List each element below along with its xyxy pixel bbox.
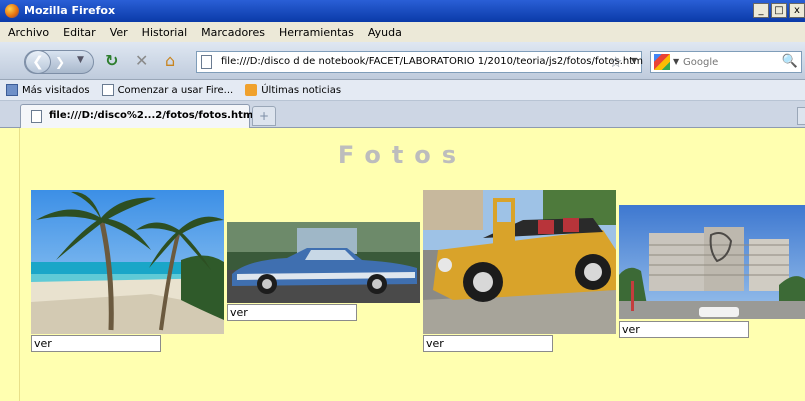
bookmarks-toolbar: Más visitados Comenzar a usar Fire... Úl… [0,80,805,101]
search-icon[interactable]: 🔍 [782,54,798,69]
menu-ayuda[interactable]: Ayuda [368,26,402,39]
menu-historial[interactable]: Historial [142,26,187,39]
search-box[interactable]: ▼ 🔍 [650,51,802,73]
photo-blue-car-input[interactable] [227,304,357,321]
minimize-button[interactable]: _ [753,3,769,18]
menu-ver[interactable]: Ver [110,26,128,39]
photo-plaza[interactable] [619,205,805,319]
forward-arrow-icon[interactable]: ❯ [55,55,65,69]
photo-beach-input[interactable] [31,335,161,352]
bookmark-label: Últimas noticias [261,84,342,96]
window-titlebar: Mozilla Firefox _ □ x [0,0,805,22]
photo-yellow-car[interactable] [423,190,616,334]
stop-icon[interactable]: ✕ [135,53,148,69]
new-tab-button[interactable]: + [252,106,276,126]
page-icon [31,110,42,123]
search-input[interactable] [683,54,783,70]
history-dropdown-icon[interactable]: ▼ [77,55,84,65]
home-icon[interactable]: ⌂ [165,53,175,69]
photo-beach[interactable] [31,190,224,334]
tab-strip: file:///D:/disco%2...2/fotos/fotos.htm + [0,101,805,128]
window-title: Mozilla Firefox [24,4,116,17]
menu-archivo[interactable]: Archivo [8,26,49,39]
url-dropdown-icon[interactable]: ▼ [631,56,637,65]
bookmark-label: Más visitados [22,84,90,96]
google-engine-icon[interactable] [654,54,670,70]
navigation-toolbar: ❮ ❯ ▼ ↻ ✕ ⌂ file:///D:/disco d de notebo… [0,42,805,80]
bookmark-label: Comenzar a usar Fire... [117,84,234,96]
back-forward-group: ❮ ❯ ▼ [24,50,94,74]
bookmark-star-icon[interactable]: ☆ [609,53,622,71]
address-bar[interactable]: file:///D:/disco d de notebook/FACET/LAB… [196,51,643,73]
smart-bookmark-icon [6,84,18,96]
menu-herramientas[interactable]: Herramientas [279,26,354,39]
firefox-icon [5,4,19,18]
page-content: Fotos [0,128,805,401]
tab-fotos[interactable]: file:///D:/disco%2...2/fotos/fotos.htm [20,104,254,128]
bookmark-mas-visitados[interactable]: Más visitados [6,84,90,96]
reload-icon[interactable]: ↻ [105,53,118,69]
tab-label: file:///D:/disco%2...2/fotos/fotos.htm [49,110,254,121]
page-icon [101,84,114,96]
photo-yellow-car-input[interactable] [423,335,553,352]
menu-editar[interactable]: Editar [63,26,96,39]
url-text[interactable]: file:///D:/disco d de notebook/FACET/LAB… [221,56,643,67]
page-icon [201,55,212,69]
bookmark-comenzar[interactable]: Comenzar a usar Fire... [101,84,234,96]
menu-bar: Archivo Editar Ver Historial Marcadores … [0,22,805,42]
back-arrow-icon[interactable]: ❮ [25,50,51,74]
page-title: Fotos [337,141,468,169]
window-controls: _ □ x [753,3,805,18]
engine-dropdown-icon[interactable]: ▼ [673,57,679,66]
photo-blue-car[interactable] [227,222,420,303]
menu-marcadores[interactable]: Marcadores [201,26,265,39]
photo-plaza-input[interactable] [619,321,749,338]
rss-feed-icon [245,84,258,96]
tab-scroll-icon[interactable] [797,107,805,125]
maximize-button[interactable]: □ [771,3,787,18]
close-button[interactable]: x [789,3,805,18]
bookmark-ultimas-noticias[interactable]: Últimas noticias [245,84,341,96]
